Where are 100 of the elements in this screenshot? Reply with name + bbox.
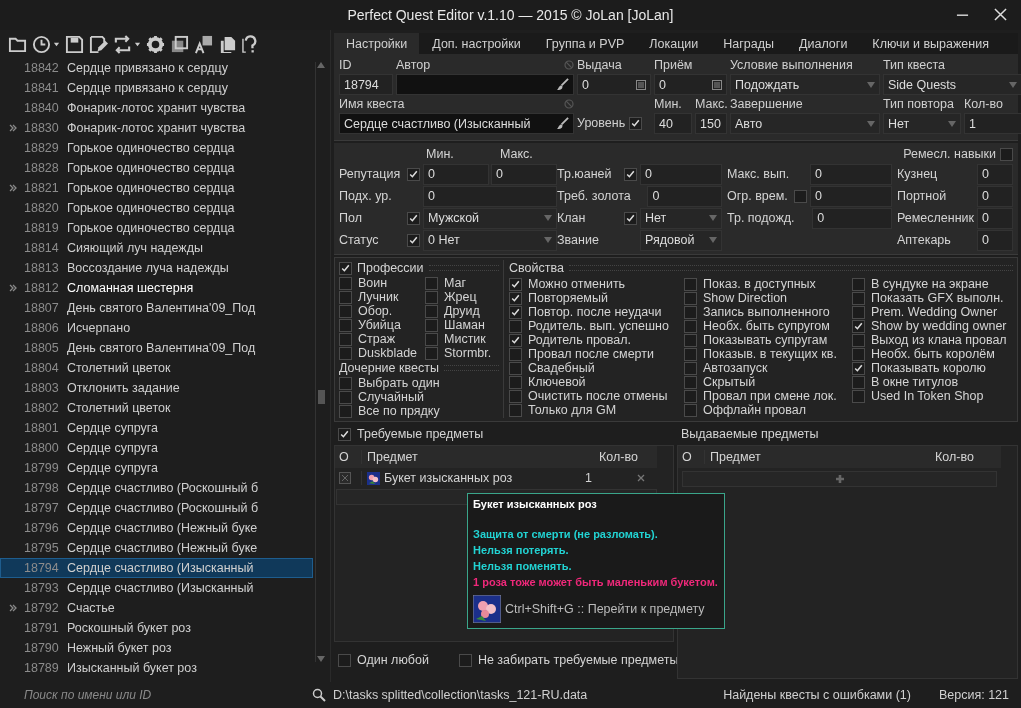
quest-name: Воссоздание луча надежды	[67, 261, 229, 275]
checkbox-label: Запись выполненного	[703, 305, 830, 319]
field-label: Кузнец	[897, 167, 939, 181]
field-label: Звание	[557, 233, 600, 247]
quest-id: 18819	[24, 221, 60, 235]
quest-name: Отклонить задание	[67, 381, 180, 395]
field-label: Автор	[396, 58, 431, 72]
checkbox-label: Показ. в доступных	[703, 277, 816, 291]
field-label: Макс. вып.	[727, 167, 791, 181]
quest-id: 18830	[24, 121, 60, 135]
checkbox-label: Выход из клана провал	[871, 333, 1007, 347]
checkbox-label: Родитель провал.	[528, 333, 632, 347]
checkbox-label: Страж	[358, 332, 396, 346]
checkbox-label: Used In Token Shop	[871, 389, 984, 403]
quest-id: 18821	[24, 181, 60, 195]
field-label: Макс.	[695, 97, 727, 111]
field-label: Имя квеста	[339, 97, 405, 111]
field-label: Тр. подожд.	[727, 211, 795, 225]
field-label: Условие выполнения	[730, 58, 854, 72]
column-label: Мин.	[426, 147, 455, 161]
field-label: Клан	[557, 211, 587, 225]
quest-id: 18829	[24, 141, 60, 155]
quest-id: 18828	[24, 161, 60, 175]
quest-name: Столетний цветок	[67, 401, 171, 415]
quest-id: 18798	[24, 481, 60, 495]
quest-name: Горькое одиночество сердца	[67, 141, 235, 155]
column-header: Кол-во	[934, 450, 975, 464]
quest-name: Сияющий луч надежды	[67, 241, 203, 255]
field-label: Треб. золота	[557, 189, 631, 203]
section-title: Профессии	[357, 261, 424, 275]
quest-name: Сердце супруга	[67, 421, 158, 435]
checkbox-label: Ключевой	[528, 375, 586, 389]
checkbox-label: Только для GM	[528, 403, 617, 417]
column-header: O	[681, 450, 693, 464]
quest-name: Сердце счастливо (Роскошный б	[67, 481, 259, 495]
checkbox-label: Ремесл. навыки	[903, 147, 996, 161]
quest-name: Горькое одиночество сердца	[67, 201, 235, 215]
quest-id: 18842	[24, 61, 60, 75]
field-label: Репутация	[339, 167, 402, 181]
field-label: ID	[339, 58, 353, 72]
section-title: Дочерние квесты	[339, 361, 439, 375]
quest-id: 18805	[24, 341, 60, 355]
quest-name: Фонарик-лотос хранит чувства	[67, 101, 246, 115]
quest-name: Нежный букет роз	[67, 641, 172, 655]
section-title: Требуемые предметы	[357, 427, 484, 441]
checkbox-label: Повтор. после неудачи	[528, 305, 662, 319]
field-label: Тип квеста	[883, 58, 947, 72]
checkbox-label: Prem. Wedding Owner	[871, 305, 998, 319]
quest-name: Горькое одиночество сердца	[67, 161, 235, 175]
quest-name: Сердце счастливо (Нежный буке	[67, 541, 258, 555]
quest-id: 18789	[24, 661, 60, 675]
quest-name: Счастье	[67, 601, 115, 615]
field-label: Ремесленник	[897, 211, 975, 225]
checkbox-label: Жрец	[444, 290, 477, 304]
field-label: Тип повтора	[883, 97, 955, 111]
quest-name: Сердце привязано к сердцу	[67, 61, 228, 75]
field-label: Портной	[897, 189, 948, 203]
item-count: 1	[584, 471, 593, 485]
field-label: Пол	[339, 211, 363, 225]
checkbox-label: Обор.	[358, 304, 393, 318]
quest-id: 18801	[24, 421, 60, 435]
quest-name: Исчерпано	[67, 321, 131, 335]
quest-id: 18813	[24, 261, 60, 275]
checkbox-label: Очистить после отмены	[528, 389, 668, 403]
checkbox-label: Родитель. вып. успешно	[528, 319, 669, 333]
quest-id: 18803	[24, 381, 60, 395]
field-label: Аптекарь	[897, 233, 952, 247]
window-title: Perfect Quest Editor v.1.10 — 2015 © JoLan [JoLan]	[347, 7, 674, 23]
quest-id: 18790	[24, 641, 60, 655]
quest-name: Роскошный букет роз	[67, 621, 191, 635]
field-label: Кол-во	[964, 97, 1004, 111]
quest-id: 18804	[24, 361, 60, 375]
checkbox-label: Случайный	[358, 390, 424, 404]
quest-id: 18794	[24, 561, 60, 575]
quest-id: 18792	[24, 601, 60, 615]
column-header: Предмет	[704, 450, 930, 464]
checkbox-label: Маг	[444, 276, 467, 290]
checkbox-label: Можно отменить	[528, 277, 626, 291]
quest-id: 18791	[24, 621, 60, 635]
checkbox-label: Автозапуск	[703, 361, 768, 375]
field-label: Статус	[339, 233, 380, 247]
checkbox-label: Провал при смене лок.	[703, 389, 837, 403]
checkbox-label: Оффлайн провал	[703, 403, 807, 417]
tooltip-line: Нельзя потерять.	[473, 543, 570, 558]
quest-id: 18795	[24, 541, 60, 555]
checkbox-label: Показыв. в текущих кв.	[703, 347, 837, 361]
quest-name: Горькое одиночество сердца	[67, 181, 235, 195]
checkbox-label: Шаман	[444, 318, 485, 332]
checkbox-label: Показать GFX выполн.	[871, 291, 1004, 305]
field-label: Подх. ур.	[339, 189, 393, 203]
quest-id: 18820	[24, 201, 60, 215]
item-name: Букет изысканных роз	[384, 471, 513, 485]
quest-name: Столетний цветок	[67, 361, 171, 375]
field-label: Мин.	[654, 97, 683, 111]
checkbox-label: Свадебный	[528, 361, 595, 375]
quest-id: 18797	[24, 501, 60, 515]
checkbox-label: Убийца	[358, 318, 401, 332]
quest-id: 18840	[24, 101, 60, 115]
checkbox-label: Воин	[358, 276, 388, 290]
hotkey-hint: Ctrl+Shift+G :: Перейти к предмету	[505, 602, 705, 616]
